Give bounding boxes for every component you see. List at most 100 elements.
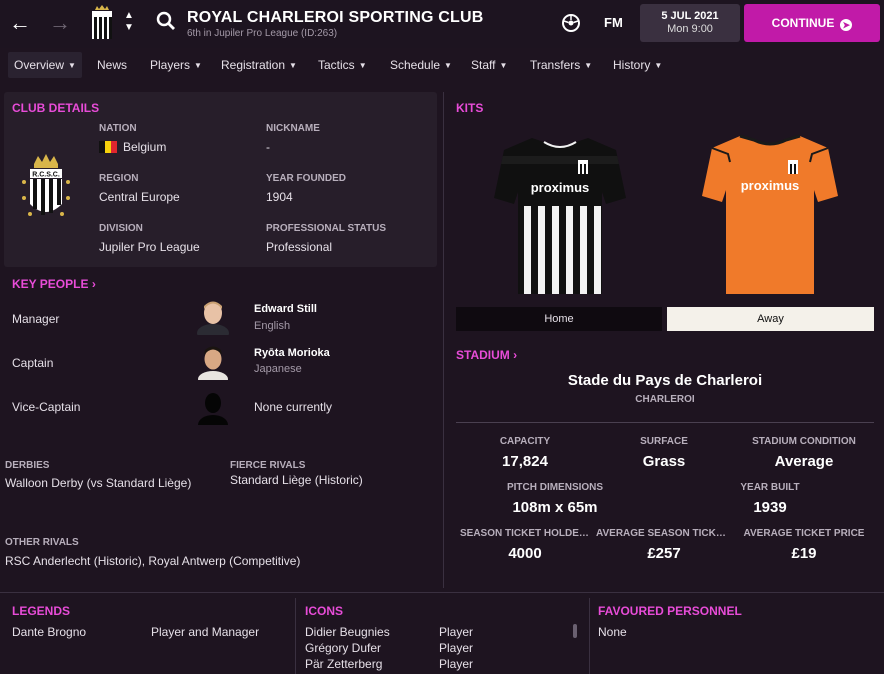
key-people-link[interactable]: KEY PEOPLE › <box>12 277 96 291</box>
tab-label: News <box>97 58 128 72</box>
status-label: PROFESSIONAL STATUS <box>266 223 387 234</box>
away-kit-image[interactable]: proximus <box>700 132 840 298</box>
chevron-down-icon: ▼ <box>444 61 452 70</box>
chevron-down-icon: ▼ <box>654 61 663 70</box>
icon-player-name[interactable]: Grégory Dufer <box>305 641 381 655</box>
tab-away-kit[interactable]: Away <box>667 307 874 331</box>
other-rivals-value[interactable]: RSC Anderlecht (Historic), Royal Antwerp… <box>5 554 300 568</box>
stadium-link[interactable]: STADIUM › <box>456 348 517 362</box>
icons-scrollbar[interactable] <box>573 624 577 638</box>
tab-registration[interactable]: Registration ▼ <box>215 52 303 78</box>
nickname-label: NICKNAME <box>266 123 320 134</box>
avg-season-ticket-label: AVERAGE SEASON TICKET... <box>596 528 732 539</box>
capacity-label: CAPACITY <box>499 436 551 447</box>
legend-role: Player and Manager <box>151 625 260 639</box>
derbies-value[interactable]: Walloon Derby (vs Standard Liège) <box>5 476 191 490</box>
chevron-down-icon: ▼ <box>499 61 508 70</box>
condition-value: Average <box>774 453 834 470</box>
back-arrow-icon[interactable]: ← <box>8 10 32 36</box>
column-divider <box>295 598 296 674</box>
fierce-rivals-label: FIERCE RIVALS <box>230 460 306 471</box>
nickname-value: - <box>266 140 270 154</box>
fierce-rivals-value[interactable]: Standard Liège (Historic) <box>230 473 363 487</box>
icon-player-role: Player <box>439 641 474 655</box>
legends-title: LEGENDS <box>12 604 71 618</box>
manager-name[interactable]: Edward Still <box>254 303 317 315</box>
captain-name[interactable]: Ryōta Morioka <box>254 347 330 359</box>
continue-label: CONTINUE <box>771 16 835 30</box>
chevron-down-icon: ▼ <box>194 61 202 70</box>
status-value: Professional <box>266 240 333 254</box>
club-badge-icon[interactable] <box>88 4 116 42</box>
current-time: Mon 9:00 <box>667 23 713 35</box>
role-manager: Manager <box>12 312 60 326</box>
legend-name[interactable]: Dante Brogno <box>12 625 86 639</box>
home-kit-image[interactable]: proximus <box>492 136 628 298</box>
search-icon[interactable] <box>156 11 176 31</box>
chevron-right-icon: › <box>88 277 96 291</box>
club-switcher-icon[interactable]: ▲ ▼ <box>122 10 136 40</box>
avg-season-ticket-value: £257 <box>647 545 681 562</box>
tab-label: Transfers <box>530 58 581 72</box>
kits-title: KITS <box>456 101 484 115</box>
top-bar: ← → ▲ ▼ ROYAL CHARLEROI SPORTING CLUB 6th… <box>0 0 884 48</box>
tab-label: Staff <box>471 58 496 72</box>
page-subtitle: 6th in Jupiler Pro League (ID:263) <box>187 28 338 39</box>
club-details-title: CLUB DETAILS <box>12 101 100 115</box>
tab-staff[interactable]: Staff ▼ <box>465 52 513 78</box>
column-divider <box>589 598 590 674</box>
column-divider <box>443 92 444 588</box>
tab-tactics[interactable]: Tactics ▼ <box>312 52 373 78</box>
tab-history[interactable]: History ▼ <box>607 52 668 78</box>
role-vice-captain: Vice-Captain <box>12 400 81 414</box>
capacity-value: 17,824 <box>502 453 548 470</box>
derbies-label: DERBIES <box>5 460 50 471</box>
nation-value[interactable]: Belgium <box>99 140 166 154</box>
chevron-down-icon: ▼ <box>584 61 593 70</box>
tab-news[interactable]: News <box>91 52 133 78</box>
ball-icon[interactable] <box>560 12 582 34</box>
forward-arrow-icon[interactable]: → <box>48 10 72 36</box>
captain-avatar[interactable] <box>196 342 230 380</box>
division-value[interactable]: Jupiler Pro League <box>99 240 200 254</box>
region-label: REGION <box>99 173 139 184</box>
icon-player-role: Player <box>439 657 474 671</box>
silhouette-avatar-icon <box>196 387 230 425</box>
key-people-title: KEY PEOPLE <box>12 277 89 291</box>
favoured-personnel-title: FAVOURED PERSONNEL <box>598 604 742 618</box>
other-rivals-label: OTHER RIVALS <box>5 537 79 548</box>
sub-navigation: Overview ▼ News Players ▼ Registration ▼ Ta… <box>0 52 884 78</box>
tab-players[interactable]: Players ▼ <box>144 52 208 78</box>
club-crest-icon: R.C.S.C. <box>22 154 70 216</box>
stadium-title: STADIUM <box>456 348 510 362</box>
manager-avatar[interactable] <box>196 297 230 335</box>
fm-logo[interactable]: FM <box>604 15 623 30</box>
tab-overview[interactable]: Overview ▼ <box>8 52 82 78</box>
season-holders-label: SEASON TICKET HOLDERS <box>460 528 590 539</box>
icon-player-name[interactable]: Didier Beugnies <box>305 625 390 639</box>
tab-label: Tactics <box>318 58 355 72</box>
continue-arrow-icon: ➤ <box>840 19 853 31</box>
founded-value: 1904 <box>266 190 293 204</box>
vice-captain-value: None currently <box>254 400 333 414</box>
avg-ticket-value: £19 <box>791 545 817 562</box>
date-display[interactable]: 5 JUL 2021 Mon 9:00 <box>640 4 740 42</box>
tab-home-kit[interactable]: Home <box>456 307 662 331</box>
tab-label: History <box>613 58 651 72</box>
nation-label: NATION <box>99 123 137 134</box>
continue-button[interactable]: CONTINUE ➤ <box>744 4 880 42</box>
nation-text: Belgium <box>123 140 167 154</box>
icon-player-name[interactable]: Pär Zetterberg <box>305 657 382 671</box>
division-label: DIVISION <box>99 223 143 234</box>
tab-transfers[interactable]: Transfers ▼ <box>524 52 598 78</box>
tab-label: Players <box>150 58 191 72</box>
tab-schedule[interactable]: Schedule ▼ <box>384 52 458 78</box>
tab-label: Schedule <box>390 58 441 72</box>
surface-label: SURFACE <box>640 436 688 447</box>
pitch-value: 108m x 65m <box>512 499 598 516</box>
role-captain: Captain <box>12 356 54 370</box>
tab-label: Overview <box>14 58 65 72</box>
stadium-city: CHARLEROI <box>635 394 695 405</box>
chevron-down-icon: ▼ <box>68 61 76 70</box>
avg-ticket-label: AVERAGE TICKET PRICE <box>743 528 865 539</box>
